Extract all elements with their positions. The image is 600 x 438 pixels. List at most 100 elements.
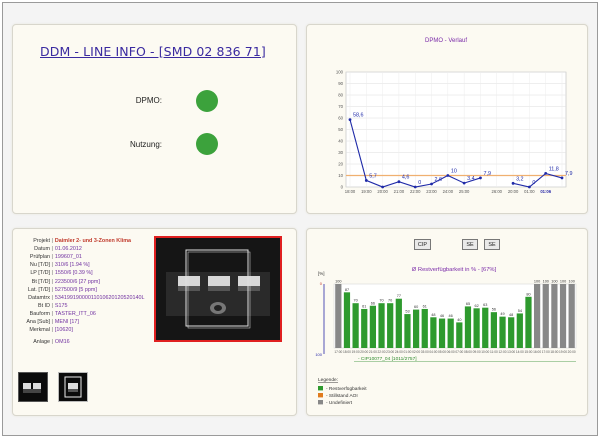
data-label: 0 (532, 180, 535, 186)
info-value: S175 (54, 302, 68, 309)
bar-category-label: 16:00 (533, 350, 541, 354)
data-label: 10 (451, 169, 457, 175)
bar-value-label: 46 (440, 314, 444, 318)
data-point (462, 181, 466, 185)
x-tick-label: 01:00 (524, 189, 535, 194)
se-button-2[interactable]: SE (484, 239, 500, 250)
data-label: 7,9 (565, 171, 573, 177)
info-row: Datamtrx | 53419919000011010620120520140L (14, 294, 144, 302)
bar-category-label: 13:00 (507, 350, 515, 354)
info-row: Bauform | TASTER_ITT_06 (14, 310, 96, 318)
availability-bar (473, 308, 480, 348)
availability-bar (430, 317, 437, 348)
line-info-title[interactable]: DDM - LINE INFO - [SMD 02 836 71] (40, 44, 266, 59)
info-key: Nu [T/D] (29, 262, 50, 269)
info-key: Merkmal (29, 327, 50, 334)
x-tick-label: 20:00 (377, 189, 388, 194)
usage-status-indicator (196, 133, 218, 155)
x-tick-label: 26:00 (492, 189, 503, 194)
info-row: Projekt | Daimler 2- und 3-Zonen Klima (14, 237, 131, 245)
se-button-1[interactable]: SE (462, 239, 478, 250)
info-key: Projekt (33, 238, 50, 244)
component-camera-image[interactable] (154, 236, 282, 342)
availability-chart: Ø Restverfügbarkeit in % - [67%][%]01001… (315, 267, 577, 406)
bar-category-label: 18:00 (550, 350, 558, 354)
bar-value-label: 40 (457, 318, 461, 322)
y-top-label: 0 (320, 281, 323, 286)
availability-bar (551, 284, 558, 348)
data-label: 2,6 (435, 177, 443, 183)
data-label: 7,9 (483, 171, 491, 177)
bar-value-label: 87 (345, 288, 349, 292)
x-tick-label: 24:00 (443, 189, 454, 194)
legend-swatch (318, 400, 323, 405)
data-label: 11,8 (549, 166, 559, 172)
bar-category-label: 17:00 (334, 350, 342, 354)
availability-bar (412, 309, 420, 348)
data-point (364, 179, 368, 182)
data-point (479, 176, 482, 180)
filter-link[interactable]: - CIP10077_04 [1011/2757] (358, 356, 417, 362)
data-point (413, 185, 417, 189)
dpmo-status-indicator (196, 90, 218, 112)
x-tick-label: 22:00 (410, 189, 421, 194)
y-tick-label: 40 (338, 139, 343, 144)
info-key: Bt ID (38, 302, 50, 309)
availability-bar (490, 312, 498, 348)
x-tick-label: 19:00 (361, 189, 372, 194)
info-key: Bauform (29, 310, 50, 317)
image-thumbnail-2[interactable] (58, 372, 88, 402)
data-label: 3,4 (467, 176, 475, 182)
info-value: 223500/6 [27 ppm] (54, 278, 100, 285)
data-point (446, 174, 450, 177)
availability-bar (387, 303, 394, 348)
info-value: TASTER_ITT_06 (54, 310, 96, 317)
bar-value-label: 56 (492, 308, 496, 312)
bar-category-label: 04:00 (429, 350, 437, 354)
data-point (560, 176, 564, 180)
y-tick-label: 60 (338, 116, 343, 121)
bar-value-label: 80 (526, 292, 530, 296)
legend-label: - Undefiniert (326, 400, 353, 406)
info-row: Bt [T/D] | 223500/6 [27 ppm] (14, 278, 100, 286)
bar-value-label: 48 (431, 313, 435, 317)
usage-label: Nutzung: (129, 140, 162, 149)
dpmo-label: DPMO: (135, 96, 162, 105)
availability-bar (447, 318, 454, 348)
bar-category-label: 01:00 (403, 350, 411, 354)
availability-bar (542, 284, 549, 348)
bar-category-label: 17:00 (542, 350, 550, 354)
data-point (397, 180, 401, 184)
availability-bar (378, 303, 385, 348)
info-row: Prüfplan | 199607_01 (14, 253, 82, 261)
data-label: 3,2 (516, 176, 524, 182)
bar-category-label: 23:00 (386, 350, 394, 354)
bar-category-label: 19:00 (559, 350, 567, 354)
bar-value-label: 61 (423, 304, 427, 308)
bar-category-label: 09:00 (473, 350, 481, 354)
bar-category-label: 24:00 (395, 350, 403, 354)
image-thumbnail-1[interactable] (18, 372, 48, 402)
bar-category-label: 10:00 (481, 350, 489, 354)
bar-value-label: 77 (397, 294, 401, 298)
info-value: MENI [17] (54, 319, 79, 325)
bar-value-label: 63 (483, 303, 487, 307)
dpmo-chart: DPMO - Verlauf010203040506070809010058,6… (336, 38, 573, 194)
availability-bar (464, 306, 472, 348)
camera-view (156, 238, 280, 340)
info-row: Merkmal | [10620] (14, 326, 73, 334)
bar-value-label: 60 (414, 305, 418, 309)
availability-bar (525, 296, 532, 348)
data-point (430, 182, 433, 186)
info-row: Datum | 01.06.2012 (14, 245, 82, 253)
bar-value-label: 70 (353, 299, 357, 303)
y-tick-label: 10 (338, 173, 343, 178)
data-point (348, 118, 352, 122)
cip-button[interactable]: CIP (414, 239, 431, 250)
info-row: Anlage | OM16 (14, 338, 69, 346)
bar-value-label: 100 (534, 280, 540, 284)
info-value: [10620] (54, 327, 73, 334)
availability-bar (352, 303, 359, 348)
info-key: Lat. [T/D] (27, 286, 50, 293)
percent-unit-label: [%] (318, 271, 325, 276)
